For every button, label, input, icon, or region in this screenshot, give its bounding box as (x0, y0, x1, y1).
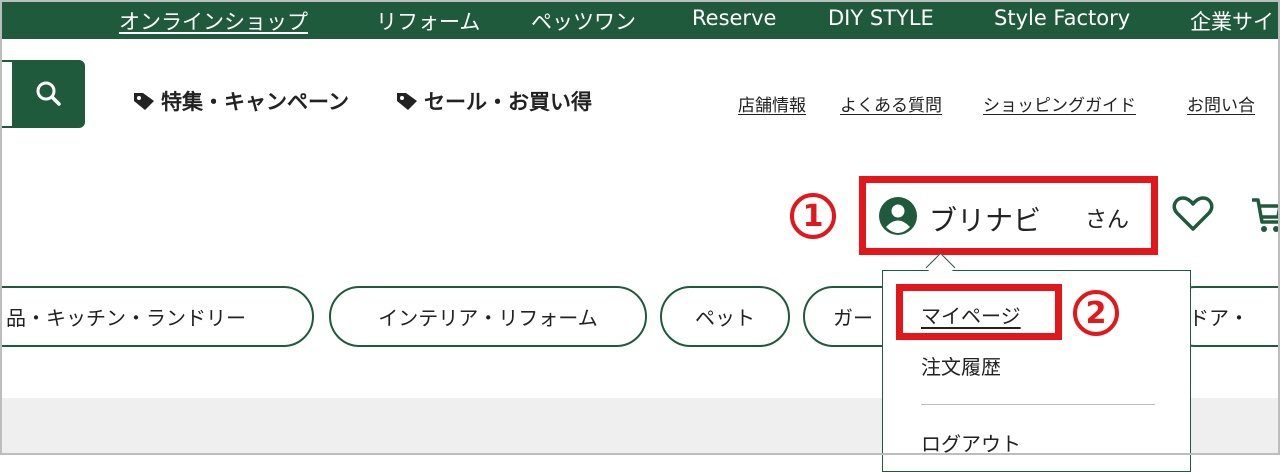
promo-sale-link[interactable]: セール・お買い得 (396, 86, 592, 116)
annotation-step-1: 1 (790, 193, 836, 239)
category-pill-label: ペット (695, 306, 755, 330)
user-name-suffix: さん (1085, 208, 1130, 233)
highlight-my-page (896, 284, 1062, 340)
promo-sale-label: セール・お買い得 (424, 90, 592, 114)
menu-item-logout[interactable]: ログアウト (921, 428, 1021, 457)
top-nav-style-factory[interactable]: Style Factory (994, 6, 1130, 30)
top-nav-pets-one[interactable]: ペッツワン (531, 6, 636, 36)
tag-icon (397, 93, 417, 110)
store-info-link[interactable]: 店舗情報 (738, 91, 806, 116)
heart-icon[interactable] (1172, 195, 1214, 233)
category-pill-label: ガー (833, 306, 873, 330)
top-nav-corporate-site[interactable]: 企業サイ (1190, 6, 1274, 36)
cart-icon[interactable] (1250, 196, 1280, 236)
promo-campaign-link[interactable]: 特集・キャンペーン (133, 86, 349, 116)
search-button[interactable] (12, 60, 85, 128)
faq-link[interactable]: よくある質問 (840, 91, 942, 116)
contact-link[interactable]: お問い合 (1187, 91, 1255, 116)
promo-campaign-label: 特集・キャンペーン (161, 90, 349, 114)
search-icon (36, 81, 61, 106)
user-icon (879, 197, 917, 235)
shopping-guide-link[interactable]: ショッピングガイド (983, 91, 1136, 116)
category-pill-interior-reform[interactable]: インテリア・リフォーム (329, 286, 647, 347)
menu-divider (921, 404, 1155, 405)
menu-item-order-history[interactable]: 注文履歴 (921, 351, 1001, 380)
category-pill-kitchen-laundry[interactable]: 品・キッチン・ランドリー (0, 286, 314, 347)
category-pill-label: ドア・ (1189, 306, 1249, 330)
category-pill-label: インテリア・リフォーム (378, 306, 598, 330)
top-navigation-bar: オンラインショップ リフォーム ペッツワン Reserve DIY STYLE … (2, 2, 1278, 39)
top-nav-reserve[interactable]: Reserve (692, 6, 776, 30)
top-nav-reform[interactable]: リフォーム (376, 6, 480, 36)
user-name: ブリナビ (929, 204, 1042, 237)
top-nav-online-shop[interactable]: オンラインショップ (119, 6, 308, 36)
annotation-step-2: 2 (1073, 290, 1119, 336)
tag-icon (134, 93, 154, 110)
category-pill-pets[interactable]: ペット (660, 286, 790, 347)
top-nav-diy-style[interactable]: DIY STYLE (828, 6, 934, 30)
category-pill-label: 品・キッチン・ランドリー (6, 306, 246, 330)
